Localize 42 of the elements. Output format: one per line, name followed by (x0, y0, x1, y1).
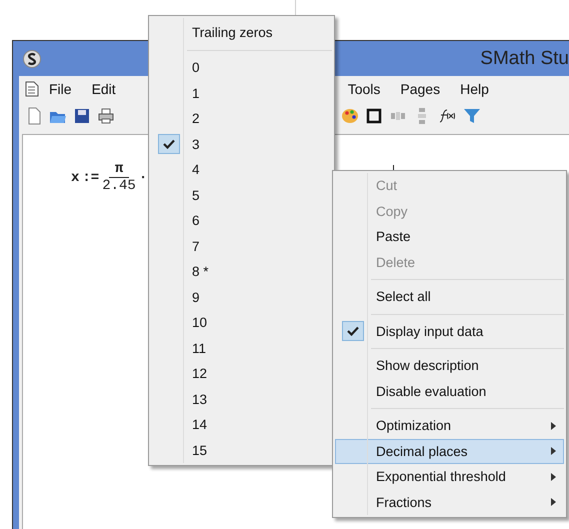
menu-item[interactable]: 4 (151, 157, 332, 182)
document-icon[interactable] (25, 81, 39, 97)
menu-item[interactable]: 15 (151, 438, 332, 463)
menu-item[interactable]: Help (450, 81, 499, 97)
menu-item[interactable]: 0 (151, 55, 332, 80)
checkmark-icon (163, 139, 175, 150)
menu-item[interactable]: Exponential threshold (335, 464, 564, 490)
menu-item[interactable]: Fractions (335, 490, 564, 515)
menu-item[interactable]: 1 (151, 80, 332, 106)
menu-item[interactable]: 8 * (151, 259, 332, 284)
menu-item[interactable]: 9 (151, 284, 332, 310)
filter-icon[interactable] (463, 107, 481, 125)
menu-item[interactable]: 2 (151, 106, 332, 132)
menu-item[interactable]: Disable evaluation (335, 378, 564, 404)
menu-item[interactable]: Edit (82, 81, 126, 97)
menu-item[interactable]: Show description (335, 353, 564, 378)
menu-item[interactable]: File (39, 81, 82, 97)
menu-item[interactable]: 7 (151, 234, 332, 259)
menu-item[interactable]: Tools (338, 81, 390, 97)
palette-icon[interactable] (341, 107, 359, 125)
menu-item[interactable]: 3 (151, 132, 332, 157)
menu-item[interactable]: Optimization (335, 413, 564, 438)
save-icon[interactable] (73, 107, 91, 125)
menu-item[interactable]: Select all (335, 284, 564, 310)
menu-item[interactable]: Decimal places (335, 438, 564, 464)
menu-item[interactable]: Pages (390, 81, 450, 97)
menu-item[interactable]: 11 (151, 336, 332, 361)
border-icon[interactable] (365, 107, 383, 125)
menu-item[interactable]: 13 (151, 386, 332, 412)
menu-item[interactable]: 5 (151, 182, 332, 208)
menu-item[interactable]: Trailing zeros (186, 24, 311, 40)
function-icon[interactable] (437, 107, 457, 125)
window-title: SMath Stu (480, 48, 569, 70)
menu-item[interactable]: 6 (151, 208, 332, 234)
menu-item[interactable]: 14 (151, 412, 332, 438)
app-logo-icon (23, 50, 41, 68)
print-icon[interactable] (97, 107, 115, 125)
checkmark-icon (347, 326, 359, 336)
menu-item[interactable]: Display input data (335, 318, 564, 344)
menu-item[interactable]: 12 (151, 361, 332, 386)
menu-item[interactable]: Paste (335, 224, 564, 250)
menu-item[interactable]: 10 (151, 310, 332, 336)
